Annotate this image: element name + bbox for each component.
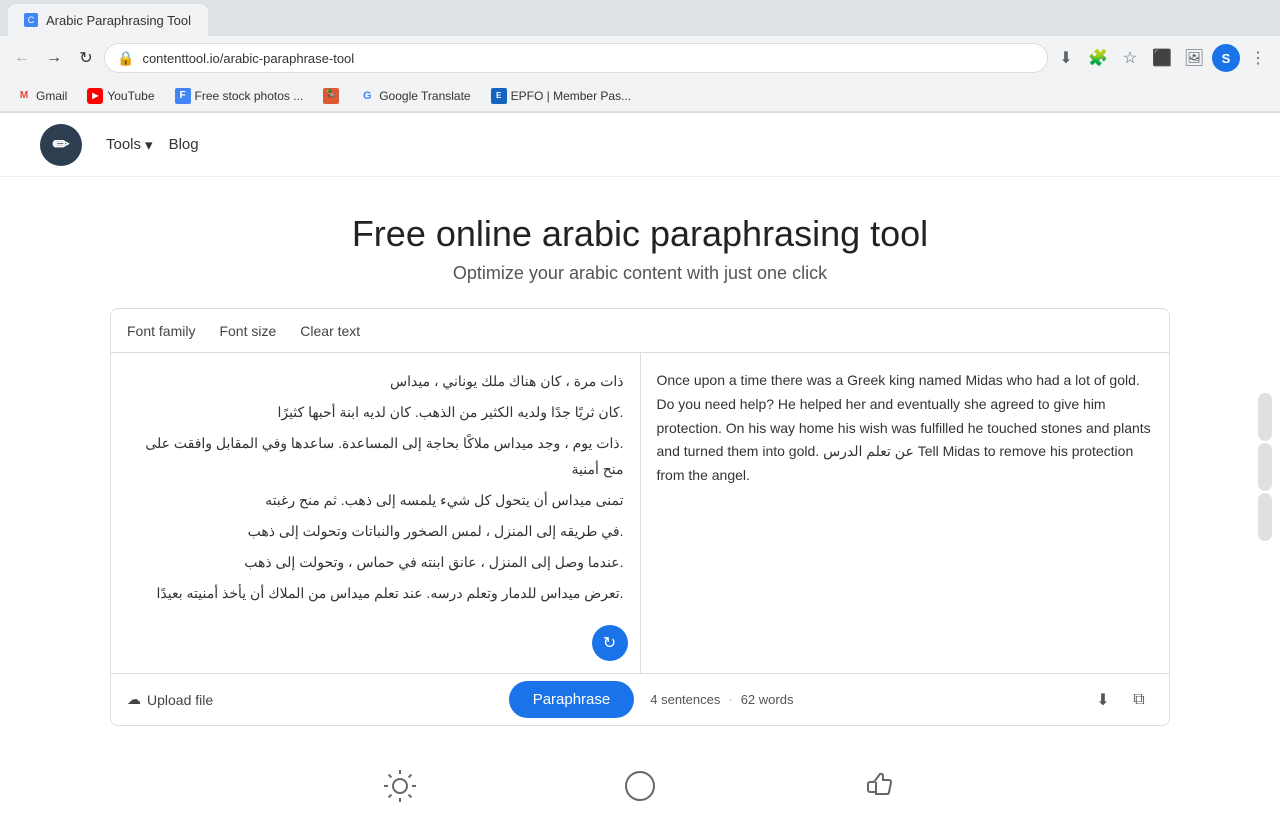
feature-item-2 bbox=[620, 766, 660, 814]
bookmark-gmail[interactable]: M Gmail bbox=[8, 84, 75, 108]
tool-container: Font family Font size Clear text ذات مرة… bbox=[110, 308, 1170, 726]
page-content: ✏ Tools ▾ Blog Free online arabic paraph… bbox=[0, 113, 1280, 834]
output-actions: ⬇ ⧉ bbox=[1089, 686, 1153, 714]
site-logo[interactable]: ✏ bbox=[40, 124, 82, 166]
tool-toolbar: Font family Font size Clear text bbox=[111, 309, 1169, 353]
profile-picture-icon[interactable]: 🖼 bbox=[1180, 44, 1208, 72]
nav-tools[interactable]: Tools ▾ bbox=[106, 136, 153, 154]
tools-label: Tools bbox=[106, 136, 141, 153]
sidebar-pill-3[interactable] bbox=[1258, 493, 1272, 541]
tab-favicon: C bbox=[24, 13, 38, 27]
bookmark-youtube-label: YouTube bbox=[107, 89, 154, 103]
feature-sun-icon bbox=[380, 766, 420, 814]
sidebar-pill-1[interactable] bbox=[1258, 393, 1272, 441]
input-line-7: .تعرض ميداس للدمار وتعلم درسه. عند تعلم … bbox=[127, 581, 624, 606]
bookmark-google-translate-label: Google Translate bbox=[379, 89, 470, 103]
feature-circle-icon bbox=[620, 766, 660, 814]
hero-subtitle: Optimize your arabic content with just o… bbox=[0, 263, 1280, 284]
bookmarks-bar: M Gmail ▶ YouTube F Free stock photos ..… bbox=[0, 80, 1280, 112]
download-icon[interactable]: ⬇ bbox=[1052, 44, 1080, 72]
site-header: ✏ Tools ▾ Blog bbox=[0, 113, 1280, 177]
input-line-3: .ذات يوم ، وجد ميداس ملاكًا بحاجة إلى ال… bbox=[127, 431, 624, 481]
back-button[interactable]: ← bbox=[8, 44, 36, 72]
copy-output-icon[interactable]: ⧉ bbox=[1125, 686, 1153, 714]
address-text: contenttool.io/arabic-paraphrase-tool bbox=[142, 51, 1035, 66]
free-stock-icon: F bbox=[175, 88, 191, 104]
word-count-value: 62 words bbox=[741, 692, 794, 707]
hero-section: Free online arabic paraphrasing tool Opt… bbox=[0, 177, 1280, 308]
epfo-icon: E bbox=[491, 88, 507, 104]
input-line-5: .في طريقه إلى المنزل ، لمس الصخور والنبا… bbox=[127, 519, 624, 544]
input-line-4: تمنى ميداس أن يتحول كل شيء يلمسه إلى ذهب… bbox=[127, 488, 624, 513]
reload-button[interactable]: ↻ bbox=[72, 44, 100, 72]
tab-bar: C Arabic Paraphrasing Tool bbox=[0, 0, 1280, 36]
upload-file-button[interactable]: ☁ Upload file bbox=[127, 691, 213, 708]
input-line-1: ذات مرة ، كان هناك ملك يوناني ، ميداس bbox=[127, 369, 624, 394]
feature-thumbsup-icon bbox=[860, 766, 900, 814]
toolbar-icons: ⬇ 🧩 ☆ ⬛ 🖼 S ⋮ bbox=[1052, 44, 1272, 72]
bookmark-free-stock[interactable]: F Free stock photos ... bbox=[167, 84, 312, 108]
tool-bottom-bar: ☁ Upload file Paraphrase 4 sentences · 6… bbox=[111, 673, 1169, 725]
browser-chrome: C Arabic Paraphrasing Tool ← → ↻ 🔒 conte… bbox=[0, 0, 1280, 113]
forward-button[interactable]: → bbox=[40, 44, 68, 72]
input-line-2: .كان ثريًا جدًا ولديه الكثير من الذهب. ك… bbox=[127, 400, 624, 425]
active-tab[interactable]: C Arabic Paraphrasing Tool bbox=[8, 4, 208, 36]
extensions-icon[interactable]: 🧩 bbox=[1084, 44, 1112, 72]
blog-label: Blog bbox=[169, 136, 199, 153]
paraphrase-button[interactable]: Paraphrase bbox=[509, 681, 635, 718]
hero-title: Free online arabic paraphrasing tool bbox=[0, 213, 1280, 255]
puzzle-icon[interactable]: ⬛ bbox=[1148, 44, 1176, 72]
bookmark-epfo[interactable]: E EPFO | Member Pas... bbox=[483, 84, 639, 108]
text-areas: ذات مرة ، كان هناك ملك يوناني ، ميداس .ك… bbox=[111, 353, 1169, 673]
upload-icon: ☁ bbox=[127, 691, 141, 708]
tab-title: Arabic Paraphrasing Tool bbox=[46, 13, 191, 28]
clear-text-button[interactable]: Clear text bbox=[300, 323, 360, 339]
tools-chevron-icon: ▾ bbox=[145, 136, 153, 154]
font-family-option[interactable]: Font family bbox=[127, 323, 195, 339]
input-text-area[interactable]: ذات مرة ، كان هناك ملك يوناني ، ميداس .ك… bbox=[111, 353, 641, 673]
lock-icon: 🔒 bbox=[117, 50, 134, 67]
word-count-area: 4 sentences · 62 words bbox=[650, 692, 793, 707]
right-sidebar bbox=[1258, 393, 1272, 541]
bookmark-youtube[interactable]: ▶ YouTube bbox=[79, 84, 162, 108]
menu-icon[interactable]: ⋮ bbox=[1244, 44, 1272, 72]
upload-label: Upload file bbox=[147, 692, 213, 708]
refresh-button[interactable]: ↻ bbox=[592, 625, 628, 661]
bookmark-sep[interactable]: 🦆 bbox=[315, 84, 347, 108]
nav-blog[interactable]: Blog bbox=[169, 136, 199, 153]
bookmark-google-translate[interactable]: G Google Translate bbox=[351, 84, 478, 108]
download-output-icon[interactable]: ⬇ bbox=[1089, 686, 1117, 714]
address-bar[interactable]: 🔒 contenttool.io/arabic-paraphrase-tool bbox=[104, 43, 1048, 73]
sentence-count: 4 sentences bbox=[650, 692, 720, 707]
input-line-6: .عندما وصل إلى المنزل ، عانق ابنته في حم… bbox=[127, 550, 624, 575]
output-text-area: Once upon a time there was a Greek king … bbox=[641, 353, 1170, 673]
bookmark-gmail-label: Gmail bbox=[36, 89, 67, 103]
bookmark-epfo-label: EPFO | Member Pas... bbox=[511, 89, 631, 103]
duck-icon: 🦆 bbox=[323, 88, 339, 104]
google-translate-icon: G bbox=[359, 88, 375, 104]
feature-item-3 bbox=[860, 766, 900, 814]
bookmark-icon[interactable]: ☆ bbox=[1116, 44, 1144, 72]
sidebar-pill-2[interactable] bbox=[1258, 443, 1272, 491]
youtube-icon: ▶ bbox=[87, 88, 103, 104]
feature-item-1 bbox=[380, 766, 420, 814]
output-text: Once upon a time there was a Greek king … bbox=[657, 372, 1151, 483]
profile-button[interactable]: S bbox=[1212, 44, 1240, 72]
features-row bbox=[0, 726, 1280, 834]
toolbar-row: ← → ↻ 🔒 contenttool.io/arabic-paraphrase… bbox=[0, 36, 1280, 80]
count-divider: · bbox=[728, 692, 732, 707]
gmail-icon: M bbox=[16, 88, 32, 104]
site-nav: Tools ▾ Blog bbox=[106, 136, 199, 154]
bookmark-free-stock-label: Free stock photos ... bbox=[195, 89, 304, 103]
font-size-option[interactable]: Font size bbox=[219, 323, 276, 339]
